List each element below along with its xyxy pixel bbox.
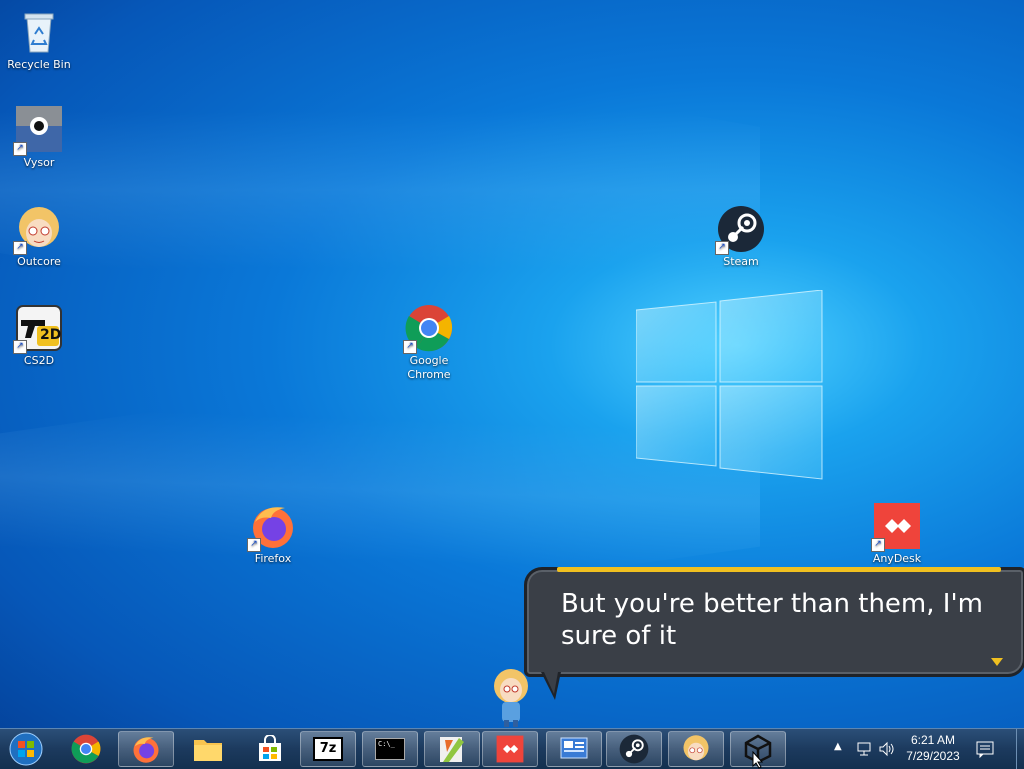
outcore-icon bbox=[683, 735, 709, 761]
clock-date: 7/29/2023 bbox=[906, 749, 960, 763]
taskbar: 7z C:\_ ▲ 6:21 AM 7/29/2023 bbox=[0, 728, 1024, 769]
desktop-icon-label: Recycle Bin bbox=[7, 58, 71, 71]
cmd-icon: C:\_ bbox=[375, 738, 405, 760]
clock-time: 6:21 AM bbox=[910, 733, 956, 747]
desktop-icon-label: CS2D bbox=[23, 354, 55, 367]
network-icon[interactable] bbox=[856, 741, 874, 757]
folder-icon bbox=[194, 740, 222, 761]
cs2d-badge-text: 2D bbox=[40, 327, 62, 343]
firefox-icon bbox=[133, 737, 159, 763]
show-hidden-icons-chevron-icon[interactable]: ▲ bbox=[834, 741, 842, 752]
desktop-icon-steam[interactable]: ↗ Steam bbox=[702, 205, 780, 269]
taskbar-button-firefox[interactable] bbox=[118, 731, 174, 767]
continue-arrow-icon[interactable] bbox=[991, 658, 1003, 666]
start-button[interactable] bbox=[6, 731, 46, 767]
shortcut-arrow-icon: ↗ bbox=[13, 241, 27, 255]
dialog-tail-inner bbox=[544, 672, 558, 694]
taskbar-button-control-panel[interactable] bbox=[546, 731, 602, 767]
windows-orb-icon bbox=[9, 732, 43, 766]
volume-icon[interactable] bbox=[878, 741, 896, 757]
shortcut-arrow-icon: ↗ bbox=[871, 538, 885, 552]
chrome-icon bbox=[71, 734, 101, 764]
shortcut-arrow-icon: ↗ bbox=[715, 241, 729, 255]
desktop-icon-cs2d[interactable]: 2D ↗ CS2D bbox=[0, 304, 78, 368]
cs2d-icon: 2D ↗ bbox=[13, 304, 63, 354]
show-desktop-button[interactable] bbox=[1016, 729, 1024, 769]
outcore-icon: ↗ bbox=[13, 205, 63, 255]
steam-icon bbox=[619, 734, 649, 764]
desktop-icon-label: Outcore bbox=[17, 255, 61, 268]
shortcut-arrow-icon: ↗ bbox=[247, 538, 261, 552]
taskbar-button-anydesk[interactable] bbox=[482, 731, 538, 767]
taskbar-button-chrome[interactable] bbox=[58, 731, 114, 767]
7zip-icon: 7z bbox=[313, 737, 343, 761]
taskbar-button-notepadpp[interactable] bbox=[424, 731, 480, 767]
desktop-icon-label: Steam bbox=[723, 255, 759, 268]
outcore-mascot[interactable] bbox=[490, 668, 532, 728]
store-icon bbox=[259, 735, 281, 761]
desktop-icon-label: Google Chrome bbox=[407, 354, 451, 381]
vysor-icon: ↗ bbox=[13, 106, 63, 156]
desktop-icon-google-chrome[interactable]: ↗ Google Chrome bbox=[390, 304, 468, 382]
notification-center-icon[interactable] bbox=[976, 740, 994, 758]
control-panel-icon bbox=[560, 737, 588, 759]
notepadpp-icon bbox=[440, 737, 464, 762]
7zip-icon-text: 7z bbox=[319, 741, 337, 756]
chrome-icon: ↗ bbox=[403, 304, 453, 354]
desktop-icon-firefox[interactable]: ↗ Firefox bbox=[234, 502, 312, 566]
system-clock[interactable]: 6:21 AM 7/29/2023 bbox=[898, 732, 968, 764]
anydesk-icon bbox=[496, 735, 524, 763]
taskbar-button-outcore[interactable] bbox=[668, 731, 724, 767]
desktop-icon-recycle-bin[interactable]: Recycle Bin bbox=[0, 8, 78, 72]
dialog-bubble[interactable]: But you're better than them, I'm sure of… bbox=[524, 567, 1024, 700]
desktop-icon-label: AnyDesk bbox=[872, 552, 922, 565]
firefox-icon: ↗ bbox=[247, 502, 297, 552]
shortcut-arrow-icon: ↗ bbox=[13, 340, 27, 354]
steam-icon: ↗ bbox=[715, 205, 765, 255]
taskbar-button-7zip[interactable]: 7z bbox=[300, 731, 356, 767]
taskbar-button-file-explorer[interactable] bbox=[180, 731, 236, 767]
desktop-icon-anydesk[interactable]: ↗ AnyDesk bbox=[858, 502, 936, 566]
desktop-icon-label: Vysor bbox=[23, 156, 55, 169]
desktop-icon-label: Firefox bbox=[254, 552, 292, 565]
recycle-bin-icon bbox=[15, 8, 63, 56]
anydesk-icon: ↗ bbox=[871, 502, 921, 552]
shortcut-arrow-icon: ↗ bbox=[13, 142, 27, 156]
taskbar-button-store[interactable] bbox=[242, 731, 298, 767]
cmd-icon-text: C:\_ bbox=[378, 740, 395, 748]
desktop-icon-outcore[interactable]: ↗ Outcore bbox=[0, 205, 78, 269]
taskbar-button-steam[interactable] bbox=[606, 731, 662, 767]
windows-logo-wallpaper bbox=[636, 290, 823, 480]
dialog-text: But you're better than them, I'm sure of… bbox=[561, 589, 983, 651]
desktop-icon-vysor[interactable]: ↗ Vysor bbox=[0, 106, 78, 170]
dialog-accent-bar bbox=[557, 567, 1001, 572]
taskbar-button-cmd[interactable]: C:\_ bbox=[362, 731, 418, 767]
mouse-cursor-icon bbox=[752, 751, 764, 769]
shortcut-arrow-icon: ↗ bbox=[403, 340, 417, 354]
